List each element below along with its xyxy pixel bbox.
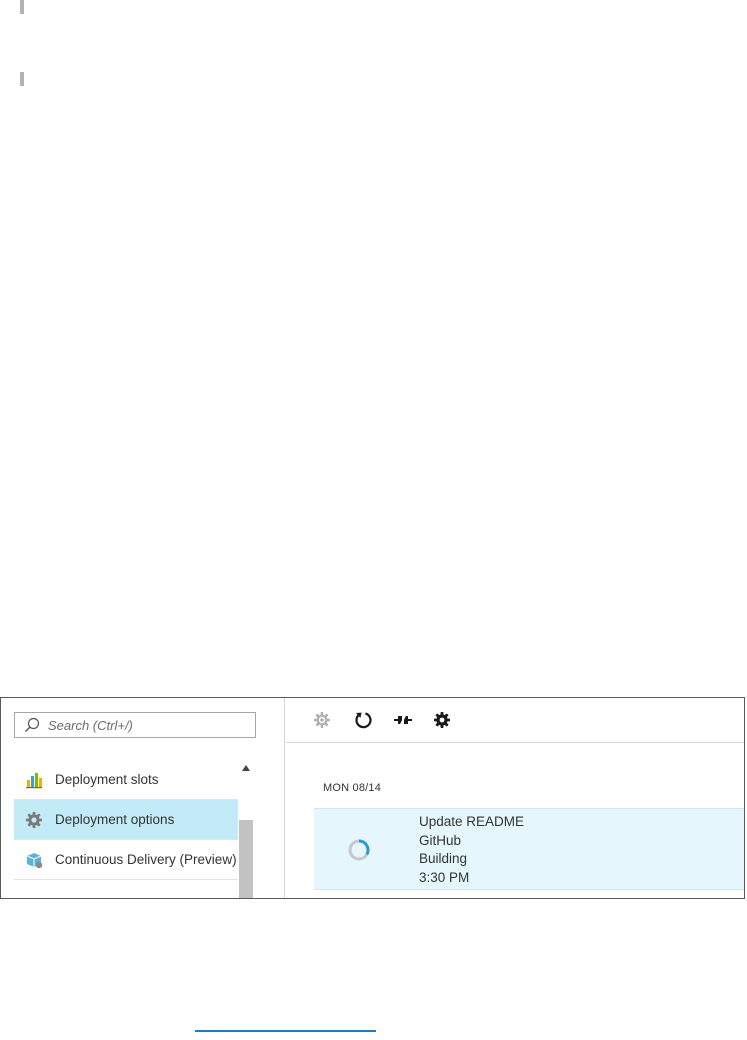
chevron-up-icon bbox=[242, 765, 250, 771]
deployment-time: 3:30 PM bbox=[419, 869, 470, 885]
search-icon bbox=[25, 717, 40, 732]
sidebar-item-continuous-delivery[interactable]: Continuous Delivery (Preview) bbox=[14, 840, 238, 880]
resource-menu: Deployment slots Deployment options bbox=[1, 698, 285, 898]
deployment-pane: MON 08/14 Update README GitHub Building … bbox=[286, 698, 744, 898]
setup-button[interactable] bbox=[312, 710, 332, 730]
page: Deployment slots Deployment options bbox=[0, 0, 747, 1040]
deployment-row[interactable]: Update README GitHub Building 3:30 PM bbox=[314, 808, 744, 890]
deployment-status: Building bbox=[419, 851, 468, 866]
sidebar-item-label: Continuous Delivery (Preview) bbox=[55, 852, 237, 867]
loading-spinner-icon bbox=[348, 839, 370, 861]
link-underline[interactable] bbox=[195, 1030, 376, 1032]
toolbar bbox=[286, 698, 744, 743]
disconnect-button[interactable] bbox=[393, 710, 413, 730]
margin-marker bbox=[20, 72, 24, 86]
search-box[interactable] bbox=[14, 712, 256, 738]
deployment-details: Update README GitHub Building 3:30 PM bbox=[419, 813, 524, 887]
scroll-thumb[interactable] bbox=[239, 820, 253, 898]
search-input[interactable] bbox=[48, 715, 238, 735]
disconnect-icon bbox=[394, 713, 412, 727]
sidebar-item-label: Deployment slots bbox=[55, 772, 159, 787]
deployment-slots-icon bbox=[26, 772, 42, 788]
sidebar-item-deployment-slots[interactable]: Deployment slots bbox=[14, 760, 238, 800]
nav-list: Deployment slots Deployment options Cont… bbox=[14, 760, 238, 880]
screenshot-frame: Deployment slots Deployment options bbox=[0, 697, 745, 899]
commit-message: Update README bbox=[419, 814, 525, 829]
refresh-button[interactable] bbox=[353, 710, 373, 730]
deployment-source: GitHub bbox=[419, 832, 462, 848]
sidebar-scrollbar[interactable] bbox=[238, 760, 254, 898]
sidebar-item-deployment-options[interactable]: Deployment options bbox=[14, 800, 238, 840]
setup-icon bbox=[314, 712, 330, 728]
settings-button[interactable] bbox=[432, 710, 452, 730]
date-heading: MON 08/14 bbox=[323, 782, 382, 794]
gear-icon bbox=[26, 811, 42, 828]
refresh-icon bbox=[355, 712, 372, 729]
margin-marker bbox=[20, 0, 24, 14]
continuous-delivery-icon bbox=[26, 852, 43, 868]
sidebar-item-label: Deployment options bbox=[55, 812, 175, 827]
scroll-up-button[interactable] bbox=[238, 760, 254, 776]
settings-icon bbox=[434, 712, 450, 728]
